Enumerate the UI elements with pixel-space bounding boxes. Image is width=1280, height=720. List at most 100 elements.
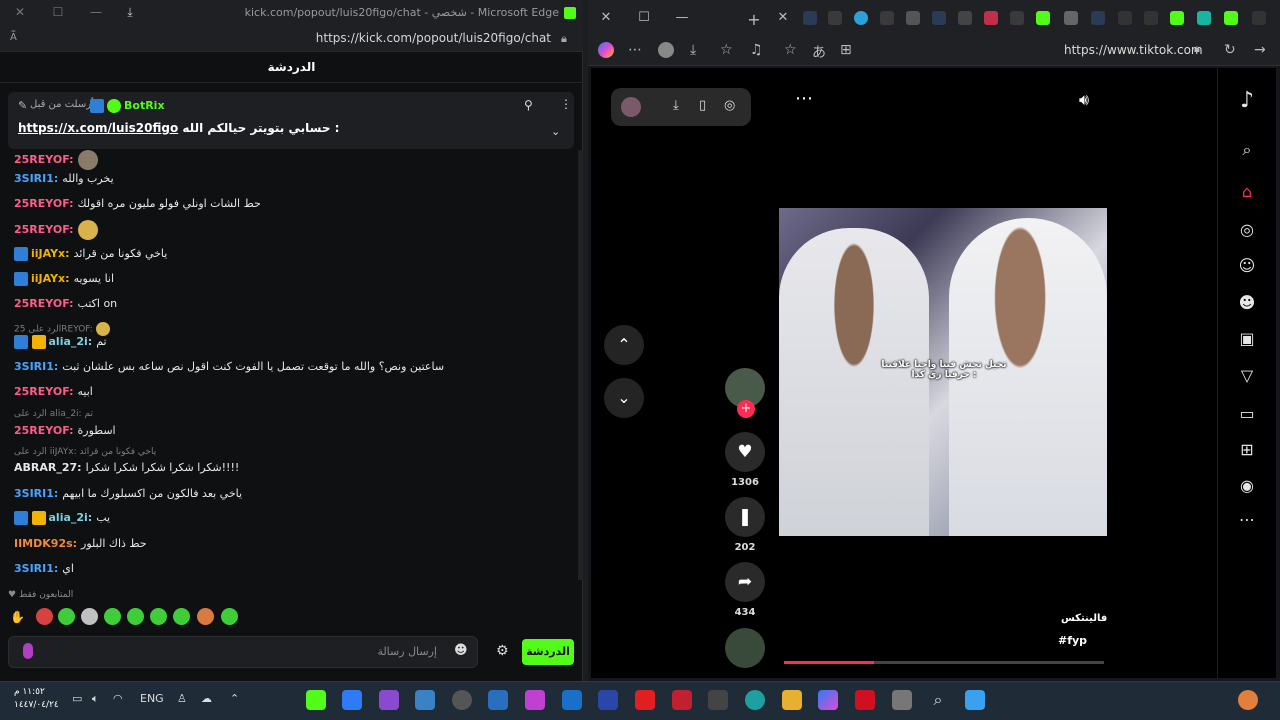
app-l-icon[interactable]: [598, 690, 618, 710]
maximize-icon[interactable]: ☐: [48, 5, 68, 19]
download-icon[interactable]: ⤓: [120, 5, 140, 20]
app-mcafee-icon[interactable]: [672, 690, 692, 710]
tab[interactable]: [958, 11, 972, 25]
forward-icon[interactable]: →: [1254, 42, 1266, 58]
tiktok-logo-icon[interactable]: ♪: [1236, 88, 1258, 113]
close-icon[interactable]: ✕: [10, 5, 30, 19]
following-icon[interactable]: ☺: [1236, 256, 1258, 275]
heart-icon[interactable]: ♥: [725, 432, 765, 472]
wifi-icon[interactable]: ◠: [113, 692, 123, 705]
inbox-icon[interactable]: ▽: [1236, 366, 1258, 385]
more-icon[interactable]: ⋯: [1236, 510, 1258, 529]
app-paint-icon[interactable]: [415, 690, 435, 710]
copilot-icon[interactable]: [598, 42, 614, 58]
app-youtube-icon[interactable]: [635, 690, 655, 710]
emote-icon[interactable]: [104, 608, 121, 625]
tab-x[interactable]: [1118, 11, 1132, 25]
compass-icon[interactable]: ◎: [724, 98, 735, 113]
video-progress-bar[interactable]: [784, 661, 1104, 664]
scrollbar[interactable]: [578, 150, 583, 580]
tab[interactable]: [1197, 11, 1211, 25]
emote-icon[interactable]: [127, 608, 144, 625]
messages-icon[interactable]: ▭: [1236, 404, 1258, 423]
close-icon[interactable]: ✕: [598, 10, 614, 25]
tab-telegram[interactable]: [854, 11, 868, 25]
microphone-icon[interactable]: [23, 643, 33, 659]
emote-icon[interactable]: [173, 608, 190, 625]
profile-avatar[interactable]: ◉: [1236, 476, 1258, 495]
tab[interactable]: [803, 11, 817, 25]
volume-icon[interactable]: 🔈︎: [92, 692, 99, 706]
tab-x[interactable]: [1144, 11, 1158, 25]
save-button[interactable]: ❚ 202: [725, 497, 765, 553]
extensions-icon[interactable]: ♫: [750, 42, 763, 58]
more-options-icon[interactable]: ⋮: [560, 97, 572, 111]
tab-kick[interactable]: [1036, 11, 1050, 25]
send-chat-button[interactable]: الدردشة: [522, 639, 574, 665]
more-options-icon[interactable]: ⋯: [795, 88, 813, 109]
app-kick-icon[interactable]: [306, 690, 326, 710]
emote-icon[interactable]: [36, 608, 53, 625]
split-screen-icon[interactable]: ⊞: [840, 42, 852, 58]
explore-icon[interactable]: ◎: [1236, 220, 1258, 239]
maximize-icon[interactable]: ☐: [636, 10, 652, 25]
app-defender-icon[interactable]: [342, 690, 362, 710]
music-disc[interactable]: [725, 628, 765, 668]
microphone-icon[interactable]: ♙: [177, 692, 187, 705]
minimize-icon[interactable]: —: [674, 10, 690, 25]
start-icon[interactable]: [965, 690, 985, 710]
previous-video-button[interactable]: ⌃: [604, 325, 644, 365]
emote-icon[interactable]: [150, 608, 167, 625]
app-icon[interactable]: [892, 690, 912, 710]
app-copilot-icon[interactable]: [818, 690, 838, 710]
emote-icon[interactable]: [58, 608, 75, 625]
bookmark-icon[interactable]: ❚: [725, 497, 765, 537]
tab[interactable]: [880, 11, 894, 25]
app-outlook-icon[interactable]: [562, 690, 582, 710]
tab[interactable]: [1064, 11, 1078, 25]
emoji-icon[interactable]: ☻: [454, 643, 468, 658]
tab[interactable]: [1010, 11, 1024, 25]
language-indicator[interactable]: ENG: [140, 692, 164, 705]
home-icon[interactable]: ⌂: [1236, 182, 1258, 201]
profile-avatar[interactable]: [658, 42, 674, 58]
tab-x[interactable]: [1252, 11, 1266, 25]
minimize-icon[interactable]: —: [86, 5, 106, 19]
search-icon[interactable]: ⌕: [928, 690, 948, 710]
read-aloud-icon[interactable]: A᷉: [10, 32, 17, 43]
app-explorer-icon[interactable]: [782, 690, 802, 710]
close-tab-icon[interactable]: ✕: [775, 10, 791, 25]
video-frame[interactable]: تخيل تحش فينا واحنا علاقتنا حرفيا زي كذا…: [779, 208, 1107, 536]
emote-icon[interactable]: [221, 608, 238, 625]
video-author[interactable]: فالينتكس: [1061, 613, 1107, 624]
url-text[interactable]: https://www.tiktok.com: [1064, 43, 1203, 57]
app-outlook-icon[interactable]: [488, 690, 508, 710]
avatar[interactable]: [621, 97, 641, 117]
app-video-icon[interactable]: [379, 690, 399, 710]
power-icon[interactable]: ▭: [72, 692, 82, 705]
chevron-down-icon[interactable]: ⌄: [551, 125, 560, 138]
onedrive-icon[interactable]: ☁: [201, 692, 212, 705]
tab-kick[interactable]: [1224, 11, 1238, 25]
emote-icon[interactable]: [197, 608, 214, 625]
translate-icon[interactable]: あ: [812, 42, 826, 62]
widgets-icon[interactable]: [1238, 690, 1258, 710]
pin-icon-right[interactable]: ⚲: [524, 98, 533, 112]
message-input[interactable]: إرسال رسالة ☻: [8, 636, 478, 668]
emote-icon[interactable]: [81, 608, 98, 625]
friends-icon[interactable]: ☻: [1236, 293, 1258, 312]
address-bar[interactable]: A᷉ https://kick.com/popout/luis20figo/ch…: [0, 28, 583, 52]
tab[interactable]: [906, 11, 920, 25]
app-netflix-icon[interactable]: [855, 690, 875, 710]
share-icon[interactable]: ➦: [725, 562, 765, 602]
app-obs-icon[interactable]: [452, 690, 472, 710]
download-icon[interactable]: ⤓: [673, 98, 679, 113]
like-button[interactable]: ♥ 1306: [725, 432, 765, 488]
settings-gear-icon[interactable]: ⚙: [496, 643, 509, 659]
next-video-button[interactable]: ⌄: [604, 378, 644, 418]
refresh-icon[interactable]: ↻: [1224, 42, 1236, 58]
live-icon[interactable]: ▣: [1236, 329, 1258, 348]
phone-icon[interactable]: ▯: [699, 98, 706, 113]
pinned-link[interactable]: https://x.com/luis20figo: [18, 121, 178, 135]
search-icon[interactable]: ⌕: [1236, 140, 1258, 160]
